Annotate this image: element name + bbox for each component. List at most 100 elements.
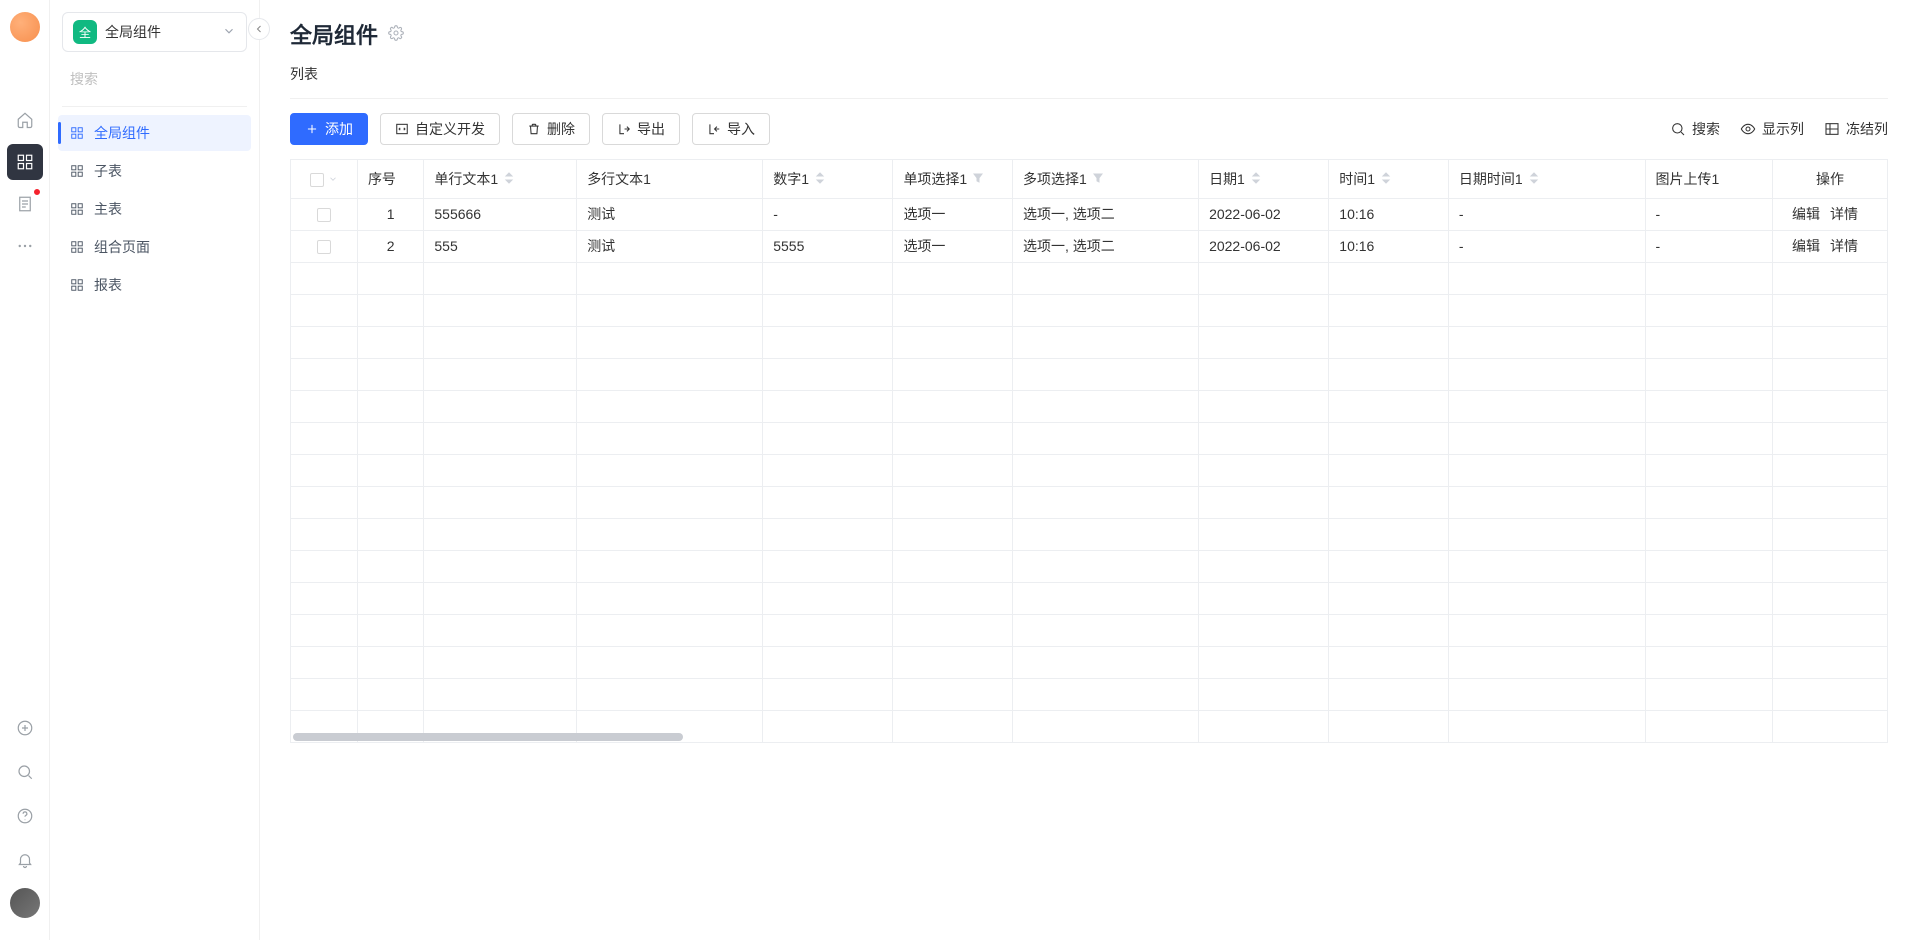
row-checkbox[interactable] xyxy=(317,240,331,254)
forms-icon[interactable] xyxy=(7,186,43,222)
sidebar-search[interactable] xyxy=(62,62,247,96)
th-image[interactable]: 图片上传1 xyxy=(1645,160,1773,198)
table-row[interactable]: 2555测试5555选项一选项一, 选项二2022-06-0210:16--编辑… xyxy=(291,230,1887,262)
import-icon xyxy=(707,122,721,136)
add-button-label: 添加 xyxy=(325,119,353,139)
code-icon xyxy=(395,122,409,136)
horizontal-scrollbar[interactable] xyxy=(293,733,683,741)
cell-date: 2022-06-02 xyxy=(1199,198,1329,230)
collapse-sidebar-button[interactable] xyxy=(248,18,270,40)
home-icon[interactable] xyxy=(7,102,43,138)
left-rail xyxy=(0,0,50,940)
row-checkbox[interactable] xyxy=(317,208,331,222)
columns-label: 显示列 xyxy=(1762,119,1804,139)
nav-item-subtable[interactable]: 子表 xyxy=(58,153,251,189)
delete-button[interactable]: 删除 xyxy=(512,113,590,145)
cell-seq: 2 xyxy=(357,230,423,262)
table-row-empty xyxy=(291,614,1887,646)
checkbox-all[interactable] xyxy=(310,173,324,187)
cell-multi-text: 测试 xyxy=(577,230,763,262)
cell-number: - xyxy=(763,198,893,230)
nav-item-label: 全局组件 xyxy=(94,123,150,143)
table-row-empty xyxy=(291,550,1887,582)
detail-link[interactable]: 详情 xyxy=(1830,238,1858,254)
more-icon[interactable] xyxy=(7,228,43,264)
table-row[interactable]: 1555666测试-选项一选项一, 选项二2022-06-0210:16--编辑… xyxy=(291,198,1887,230)
workspace-name: 全局组件 xyxy=(105,22,222,42)
nav-item-global-components[interactable]: 全局组件 xyxy=(58,115,251,151)
freeze-link[interactable]: 冻结列 xyxy=(1824,119,1888,139)
table-row-empty xyxy=(291,390,1887,422)
cell-single-select: 选项一 xyxy=(893,230,1013,262)
cell-time: 10:16 xyxy=(1329,230,1449,262)
th-seq[interactable]: 序号 xyxy=(357,160,423,198)
data-table: 序号 单行文本1 多行文本1 数字1 单项选择1 多项选择1 日期1 时间1 日… xyxy=(290,159,1888,743)
cell-date: 2022-06-02 xyxy=(1199,230,1329,262)
search-icon xyxy=(1670,121,1686,137)
sidebar-search-input[interactable] xyxy=(70,71,251,87)
export-button[interactable]: 导出 xyxy=(602,113,680,145)
table-row-empty xyxy=(291,422,1887,454)
th-datetime[interactable]: 日期时间1 xyxy=(1448,160,1645,198)
th-multi-select[interactable]: 多项选择1 xyxy=(1013,160,1199,198)
trash-icon xyxy=(527,122,541,136)
sidebar-divider xyxy=(62,106,247,107)
table-row-empty xyxy=(291,518,1887,550)
table-row-empty xyxy=(291,262,1887,294)
cell-single-text: 555666 xyxy=(424,198,577,230)
bell-icon[interactable] xyxy=(7,844,43,876)
sort-icon[interactable] xyxy=(1529,171,1539,187)
filter-icon[interactable] xyxy=(973,171,983,187)
nav-item-report[interactable]: 报表 xyxy=(58,267,251,303)
cell-datetime: - xyxy=(1448,198,1645,230)
edit-link[interactable]: 编辑 xyxy=(1792,206,1820,222)
table-row-empty xyxy=(291,582,1887,614)
import-label: 导入 xyxy=(727,119,755,139)
sort-icon[interactable] xyxy=(1381,171,1391,187)
th-multi-text[interactable]: 多行文本1 xyxy=(577,160,763,198)
columns-link[interactable]: 显示列 xyxy=(1740,119,1804,139)
apps-icon[interactable] xyxy=(7,144,43,180)
add-button[interactable]: 添加 xyxy=(290,113,368,145)
cell-image: - xyxy=(1645,198,1773,230)
th-time[interactable]: 时间1 xyxy=(1329,160,1449,198)
edit-link[interactable]: 编辑 xyxy=(1792,238,1820,254)
block-icon xyxy=(70,278,84,292)
help-icon[interactable] xyxy=(7,800,43,832)
import-button[interactable]: 导入 xyxy=(692,113,770,145)
sort-icon[interactable] xyxy=(504,171,514,187)
th-single-select[interactable]: 单项选择1 xyxy=(893,160,1013,198)
th-single-text[interactable]: 单行文本1 xyxy=(424,160,577,198)
nav-item-label: 主表 xyxy=(94,199,122,219)
export-icon xyxy=(617,122,631,136)
chevron-down-icon[interactable] xyxy=(328,171,338,187)
th-number[interactable]: 数字1 xyxy=(763,160,893,198)
toolbar-left: 添加 自定义开发 删除 导出 导入 xyxy=(290,113,770,145)
table-row-empty xyxy=(291,646,1887,678)
workspace-selector[interactable]: 全 全局组件 xyxy=(62,12,247,52)
page-header: 全局组件 xyxy=(260,0,1918,58)
nav-item-compose-page[interactable]: 组合页面 xyxy=(58,229,251,265)
search-link[interactable]: 搜索 xyxy=(1670,119,1720,139)
eye-icon xyxy=(1740,121,1756,137)
sort-icon[interactable] xyxy=(815,171,825,187)
sub-title: 列表 xyxy=(260,58,1918,98)
gear-icon[interactable] xyxy=(388,25,404,44)
nav-item-maintable[interactable]: 主表 xyxy=(58,191,251,227)
export-label: 导出 xyxy=(637,119,665,139)
forms-badge xyxy=(33,188,41,196)
add-circle-icon[interactable] xyxy=(7,712,43,744)
th-checkbox[interactable] xyxy=(291,160,357,198)
th-date[interactable]: 日期1 xyxy=(1199,160,1329,198)
detail-link[interactable]: 详情 xyxy=(1830,206,1858,222)
toolbar: 添加 自定义开发 删除 导出 导入 搜索 xyxy=(260,113,1918,159)
nav-item-label: 报表 xyxy=(94,275,122,295)
table-header-row: 序号 单行文本1 多行文本1 数字1 单项选择1 多项选择1 日期1 时间1 日… xyxy=(291,160,1887,198)
user-avatar[interactable] xyxy=(10,888,40,918)
filter-icon[interactable] xyxy=(1093,171,1103,187)
sort-icon[interactable] xyxy=(1251,171,1261,187)
search-label: 搜索 xyxy=(1692,119,1720,139)
app-logo xyxy=(10,12,40,42)
search-icon[interactable] xyxy=(7,756,43,788)
custom-dev-button[interactable]: 自定义开发 xyxy=(380,113,500,145)
